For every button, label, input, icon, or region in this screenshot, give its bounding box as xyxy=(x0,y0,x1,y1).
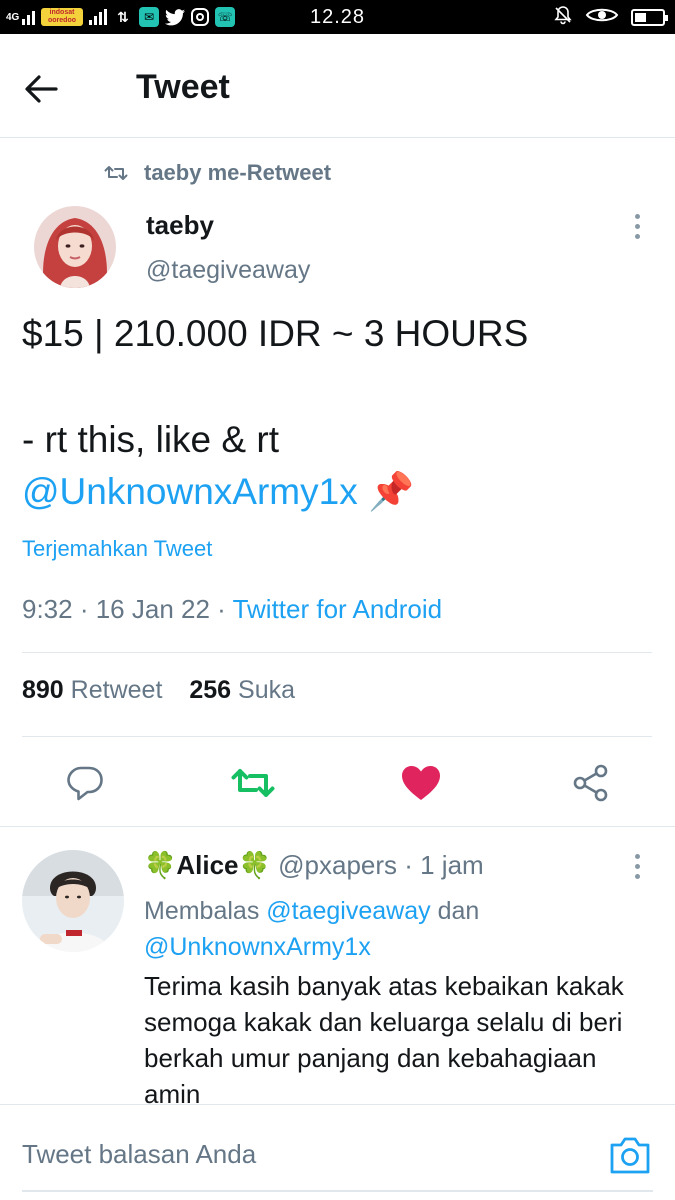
more-vertical-icon xyxy=(634,213,640,219)
reply-header: 🍀Alice🍀 @pxapers · 1 jam xyxy=(144,850,484,881)
replying-to: Membalas @taegiveaway dan @UnknownxArmy1x xyxy=(144,893,544,965)
heart-icon xyxy=(402,766,440,800)
arrow-left-icon xyxy=(25,75,58,103)
divider xyxy=(22,736,652,737)
replying-user-link[interactable]: @taegiveaway xyxy=(266,897,430,925)
retweet-icon xyxy=(104,166,128,180)
reply-composer: Tweet balasan Anda xyxy=(0,1104,675,1200)
reply-author-name[interactable]: 🍀Alice🍀 xyxy=(144,850,271,880)
tweet-mention-line: @UnknownxArmy1x 📌 xyxy=(22,466,652,518)
header-bar: Tweet xyxy=(0,34,675,138)
divider xyxy=(22,652,652,653)
reply-avatar[interactable] xyxy=(22,850,124,952)
camera-button[interactable] xyxy=(608,1135,652,1175)
divider xyxy=(0,826,675,827)
like-count: 256 xyxy=(189,676,232,704)
pushpin-emoji: 📌 xyxy=(368,471,415,512)
tweet-text-line1: $15 | 210.000 IDR ~ 3 HOURS xyxy=(22,313,529,354)
more-vertical-icon xyxy=(634,853,640,859)
status-bar-right xyxy=(553,5,668,30)
like-stat[interactable]: 256 Suka xyxy=(189,676,295,704)
replying-prefix: Membalas xyxy=(144,897,267,925)
translate-tweet-link[interactable]: Terjemahkan Tweet xyxy=(22,536,212,562)
tweet-meta: 9:32 · 16 Jan 22 · Twitter for Android xyxy=(22,594,442,625)
retweet-stat[interactable]: 890 Retweet xyxy=(22,676,162,704)
mention-link[interactable]: @UnknownxArmy1x xyxy=(22,471,358,512)
tweet-stats: 890 Retweet 256 Suka xyxy=(22,676,315,705)
retweet-context-label: taeby me-Retweet xyxy=(144,160,332,185)
like-button[interactable] xyxy=(396,758,446,808)
reply-text: Terima kasih banyak atas kebaikan kakak … xyxy=(144,971,624,1105)
share-icon xyxy=(573,764,608,802)
tweet-more-button[interactable] xyxy=(622,206,652,246)
reply-icon xyxy=(67,766,103,801)
composer-underline xyxy=(22,1190,653,1192)
back-button[interactable] xyxy=(24,64,84,114)
author-name[interactable]: taeby xyxy=(146,210,214,241)
reply-input[interactable]: Tweet balasan Anda xyxy=(22,1139,256,1170)
battery-icon xyxy=(631,8,668,26)
retweet-context[interactable]: taeby me-Retweet xyxy=(104,158,331,188)
retweet-stat-label: Retweet xyxy=(70,676,163,704)
share-button[interactable] xyxy=(566,758,616,808)
retweet-icon xyxy=(231,769,275,797)
author-handle[interactable]: @taegiveaway xyxy=(146,256,310,285)
replying-and: dan xyxy=(430,897,480,925)
retweet-count: 890 xyxy=(22,676,64,704)
silent-bell-icon xyxy=(553,5,573,30)
tweet-text-line2: - rt this, like & rt xyxy=(22,419,279,460)
reply-more-button[interactable] xyxy=(622,846,652,886)
retweet-button[interactable] xyxy=(228,758,278,808)
reply-handle-time: @pxapers · 1 jam xyxy=(278,850,484,880)
replying-user-link[interactable]: @UnknownxArmy1x xyxy=(144,933,371,961)
tweet-source-link[interactable]: Twitter for Android xyxy=(233,594,443,624)
like-stat-label: Suka xyxy=(238,676,295,704)
tweet-timestamp: 9:32 · 16 Jan 22 · xyxy=(22,594,233,624)
status-bar: 4G indosat ooredoo ⇅ ✉ ☏ 12.28 xyxy=(0,0,675,34)
page-title: Tweet xyxy=(136,68,230,106)
camera-icon xyxy=(610,1137,650,1174)
eye-comfort-icon xyxy=(585,5,619,30)
reply-button[interactable] xyxy=(60,758,110,808)
author-avatar[interactable] xyxy=(34,206,116,288)
